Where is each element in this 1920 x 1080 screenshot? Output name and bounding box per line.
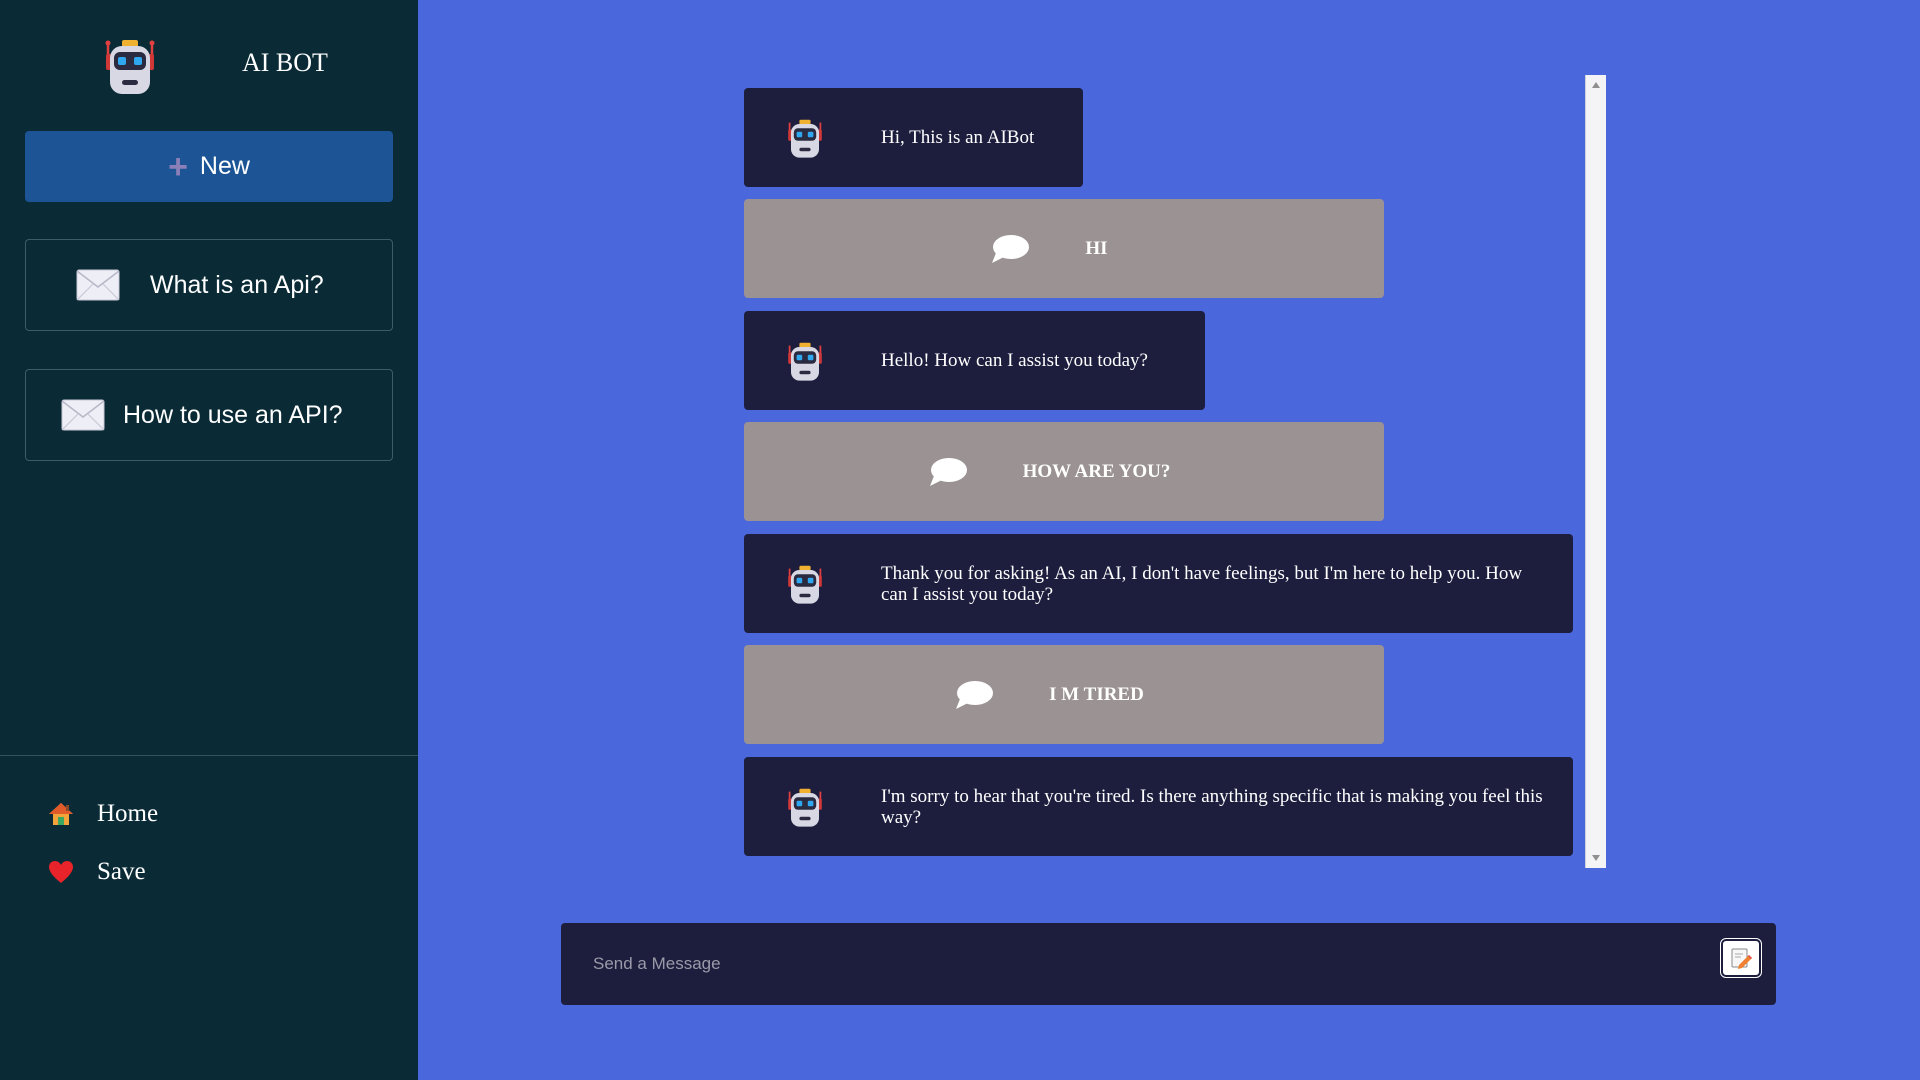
mail-icon xyxy=(61,399,105,431)
scroll-down-arrow-icon[interactable] xyxy=(1592,855,1600,861)
bot-avatar-icon xyxy=(788,342,822,381)
nav-item-label: Save xyxy=(97,858,146,885)
new-chat-button[interactable]: + New xyxy=(25,131,393,202)
speech-bubble-icon xyxy=(929,457,967,486)
nav-item-home[interactable]: Home xyxy=(47,800,158,828)
history-item-how-to-use-an-api[interactable]: How to use an API? xyxy=(25,369,393,461)
home-icon xyxy=(49,803,73,825)
message-text: I M TIRED xyxy=(1049,684,1144,705)
message-text: Hi, This is an AIBot xyxy=(881,127,1035,148)
bot-avatar-icon xyxy=(788,119,822,158)
bot-message: Hello! How can I assist you today? xyxy=(744,311,1205,410)
nav-item-label: Home xyxy=(97,800,159,827)
chat-scrollbar[interactable] xyxy=(1585,75,1606,868)
user-message: HOW ARE YOU? xyxy=(744,422,1384,521)
message-input[interactable] xyxy=(561,923,1681,1005)
mail-icon xyxy=(76,269,120,301)
user-message: HI xyxy=(744,199,1384,298)
message-text: I'm sorry to hear that you're tired. Is … xyxy=(881,785,1543,828)
plus-icon: + xyxy=(168,147,188,186)
history-item-what-is-an-api[interactable]: What is an Api? xyxy=(25,239,393,331)
sidebar: AI BOT + New What is an Api? How to use … xyxy=(0,0,418,1080)
app-title: AI BOT xyxy=(242,48,328,77)
heart-icon xyxy=(49,861,73,883)
sidebar-divider xyxy=(0,755,418,756)
user-message: I M TIRED xyxy=(744,645,1384,744)
bot-message: Thank you for asking! As an AI, I don't … xyxy=(744,534,1573,633)
history-item-label: How to use an API? xyxy=(123,400,343,429)
message-text: Thank you for asking! As an AI, I don't … xyxy=(881,562,1523,605)
send-button[interactable] xyxy=(1720,938,1762,978)
speech-bubble-icon xyxy=(992,234,1030,263)
brand-header: AI BOT xyxy=(0,0,418,130)
speech-bubble-icon xyxy=(956,680,994,709)
nav-item-save[interactable]: Save xyxy=(47,858,146,886)
new-chat-label: New xyxy=(199,152,250,180)
bot-message: I'm sorry to hear that you're tired. Is … xyxy=(744,757,1573,856)
history-item-label: What is an Api? xyxy=(150,270,324,299)
bot-avatar-icon xyxy=(788,788,822,827)
message-text: HI xyxy=(1085,238,1108,259)
edit-icon xyxy=(1731,948,1752,969)
message-text: Hello! How can I assist you today? xyxy=(881,350,1148,371)
chat-thread: Hi, This is an AIBot HI Hello! How can I… xyxy=(744,75,1606,867)
message-text: HOW ARE YOU? xyxy=(1022,461,1171,482)
robot-icon xyxy=(105,40,155,94)
bot-message: Hi, This is an AIBot xyxy=(744,88,1083,187)
bot-avatar-icon xyxy=(788,565,822,604)
scroll-up-arrow-icon[interactable] xyxy=(1592,82,1600,88)
message-composer xyxy=(561,923,1776,1005)
